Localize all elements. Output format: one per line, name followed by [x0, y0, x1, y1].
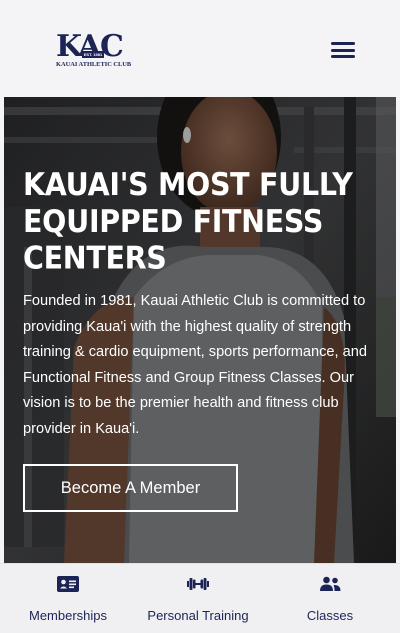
hero-description: Founded in 1981, Kauai Athletic Club is …	[23, 293, 367, 437]
nav-item-memberships[interactable]: Memberships	[0, 564, 136, 633]
logo-est-badge: EST. 1981	[82, 51, 104, 58]
logo-subtitle: KAUAI ATHLETIC CLUB	[56, 61, 132, 68]
menu-line	[331, 55, 355, 58]
site-header: K A C EST. 1981 KAUAI ATHLETIC CLUB	[0, 0, 400, 97]
hamburger-menu-icon[interactable]	[328, 38, 358, 62]
menu-line	[331, 48, 355, 52]
users-icon	[320, 576, 341, 591]
page: K A C EST. 1981 KAUAI ATHLETIC CLUB KAUA…	[0, 0, 400, 633]
kac-logo[interactable]: K A C EST. 1981 KAUAI ATHLETIC CLUB	[56, 32, 132, 70]
nav-label-memberships: Memberships	[28, 608, 108, 623]
hero-title: KAUAI'S MOST FULLY EQUIPPED FITNESS CENT…	[23, 167, 353, 277]
menu-line	[331, 42, 355, 45]
dumbbell-icon	[187, 578, 209, 590]
hero-section: KAUAI'S MOST FULLY EQUIPPED FITNESS CENT…	[4, 97, 396, 563]
nav-label-personal-training: Personal Training	[147, 608, 249, 623]
logo-letters: K A C EST. 1981	[56, 32, 128, 62]
nav-item-classes[interactable]: Classes	[260, 564, 400, 633]
nav-label-classes: Classes	[306, 608, 354, 623]
become-member-button[interactable]: Become A Member	[23, 464, 238, 512]
id-card-icon	[57, 576, 79, 592]
nav-item-personal-training[interactable]: Personal Training	[136, 564, 260, 633]
bottom-nav: Memberships Personal Training Classes	[0, 563, 400, 633]
